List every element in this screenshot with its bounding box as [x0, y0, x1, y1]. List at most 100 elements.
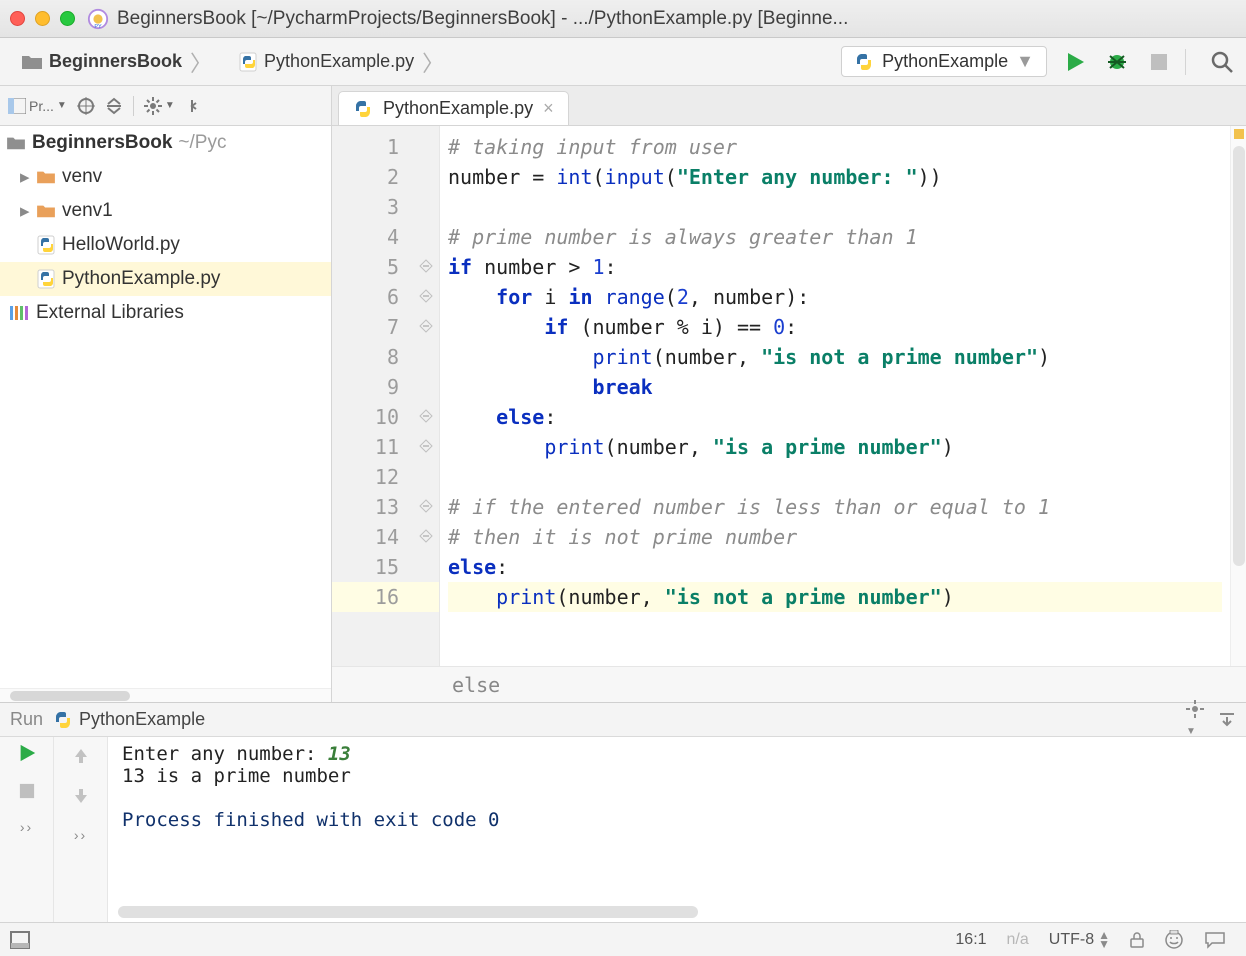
search-everywhere-button[interactable]	[1208, 48, 1236, 76]
fold-marker-icon[interactable]	[419, 409, 433, 423]
gutter-line[interactable]: 3	[332, 192, 439, 222]
code-line[interactable]: else:	[448, 402, 1222, 432]
gutter-line[interactable]: 15	[332, 552, 439, 582]
arrow-up-icon	[73, 747, 89, 765]
fold-marker-icon[interactable]	[419, 499, 433, 513]
toggle-tool-windows-button[interactable]	[10, 931, 30, 949]
code-line[interactable]: if number > 1:	[448, 252, 1222, 282]
code-line[interactable]: else:	[448, 552, 1222, 582]
tree-item[interactable]: PythonExample.py	[0, 262, 331, 296]
gutter-line[interactable]: 12	[332, 462, 439, 492]
editor-breadcrumb[interactable]: else	[332, 666, 1246, 702]
svg-text:PY: PY	[94, 24, 102, 30]
gutter-line[interactable]: 10	[332, 402, 439, 432]
expand-chevron-icon[interactable]: ▸	[20, 166, 34, 189]
code-line[interactable]: number = int(input("Enter any number: ")…	[448, 162, 1222, 192]
code-line[interactable]: # prime number is always greater than 1	[448, 222, 1222, 252]
down-stack-button[interactable]	[73, 787, 89, 805]
debug-button[interactable]	[1103, 48, 1131, 76]
tree-root[interactable]: BeginnersBook ~/Pyc	[0, 126, 331, 160]
inspections-widget[interactable]	[1164, 930, 1184, 950]
gutter-line[interactable]: 6	[332, 282, 439, 312]
gutter-line[interactable]: 14	[332, 522, 439, 552]
tree-item[interactable]: HelloWorld.py	[0, 228, 331, 262]
gutter-line[interactable]: 13	[332, 492, 439, 522]
close-tab-button[interactable]: ×	[543, 98, 554, 119]
caret-position[interactable]: 16:1	[955, 931, 986, 949]
gutter-line[interactable]: 16	[332, 582, 439, 612]
run-button[interactable]	[1061, 48, 1089, 76]
bug-icon	[1105, 50, 1129, 74]
code-line[interactable]: # then it is not prime number	[448, 522, 1222, 552]
close-window-button[interactable]	[10, 11, 25, 26]
project-tree[interactable]: BeginnersBook ~/Pyc ▸venv▸venv1HelloWorl…	[0, 126, 331, 688]
gutter-line[interactable]: 7	[332, 312, 439, 342]
code-line[interactable]: print(number, "is a prime number")	[448, 432, 1222, 462]
fold-marker-icon[interactable]	[419, 319, 433, 333]
gutter-line[interactable]: 2	[332, 162, 439, 192]
stop-button[interactable]	[1145, 48, 1173, 76]
run-panel-nav-toolbar: ››	[54, 737, 108, 922]
code-line[interactable]: for i in range(2, number):	[448, 282, 1222, 312]
rerun-button[interactable]	[17, 743, 37, 763]
sidebar-horizontal-scrollbar[interactable]	[0, 688, 331, 702]
code-editor[interactable]: 12345678910111213141516 # taking input f…	[332, 126, 1246, 666]
read-only-toggle[interactable]	[1130, 932, 1144, 948]
fold-marker-icon[interactable]	[419, 439, 433, 453]
sidebar-settings-button[interactable]: ▼	[144, 97, 175, 115]
code-line[interactable]: print(number, "is not a prime number")	[448, 582, 1222, 612]
sidebar-target-button[interactable]	[77, 97, 95, 115]
gutter-line[interactable]: 9	[332, 372, 439, 402]
gutter-line[interactable]: 5	[332, 252, 439, 282]
external-libraries[interactable]: External Libraries	[0, 296, 331, 330]
editor-gutter[interactable]: 12345678910111213141516	[332, 126, 440, 666]
console-horizontal-scrollbar[interactable]	[118, 906, 1236, 918]
line-separator[interactable]: n/a	[1007, 931, 1029, 949]
gutter-line[interactable]: 1	[332, 132, 439, 162]
maximize-window-button[interactable]	[60, 11, 75, 26]
breadcrumb-file[interactable]: PythonExample.py 〉	[227, 41, 455, 83]
code-line[interactable]: if (number % i) == 0:	[448, 312, 1222, 342]
fold-marker-icon[interactable]	[419, 259, 433, 273]
code-content[interactable]: # taking input from usernumber = int(inp…	[440, 126, 1230, 666]
code-line[interactable]: break	[448, 372, 1222, 402]
stop-process-button[interactable]	[19, 783, 35, 799]
notifications-button[interactable]	[1204, 931, 1226, 949]
sidebar-view-selector[interactable]: Pr...▼	[8, 98, 67, 114]
gutter-line[interactable]: 11	[332, 432, 439, 462]
run-panel-hide-button[interactable]	[1218, 711, 1236, 729]
status-bar: 16:1 n/a UTF-8▲▼	[0, 922, 1246, 956]
more-actions-button[interactable]: ››	[20, 819, 33, 835]
python-file-icon	[238, 52, 258, 72]
expand-chevron-icon[interactable]: ▸	[20, 200, 34, 223]
fold-marker-icon[interactable]	[419, 529, 433, 543]
editor-vertical-scrollbar[interactable]	[1230, 126, 1246, 666]
sidebar-hide-button[interactable]	[185, 97, 203, 115]
breadcrumb-project-label: BeginnersBook	[49, 51, 182, 72]
run-panel-header[interactable]: Run PythonExample ▼	[0, 703, 1246, 737]
fold-marker-icon[interactable]	[419, 289, 433, 303]
more-nav-button[interactable]: ››	[74, 827, 87, 843]
up-stack-button[interactable]	[73, 747, 89, 765]
run-configuration-selector[interactable]: PythonExample ▼	[841, 46, 1047, 77]
python-file-icon	[854, 52, 874, 72]
code-line[interactable]: print(number, "is not a prime number")	[448, 342, 1222, 372]
run-panel-settings-button[interactable]: ▼	[1186, 700, 1204, 739]
sidebar-collapse-button[interactable]	[105, 97, 123, 115]
code-line[interactable]	[448, 192, 1222, 222]
minimize-window-button[interactable]	[35, 11, 50, 26]
window-title: BeginnersBook [~/PycharmProjects/Beginne…	[117, 8, 848, 30]
file-encoding[interactable]: UTF-8▲▼	[1049, 931, 1110, 949]
tree-item[interactable]: ▸venv1	[0, 194, 331, 228]
gutter-line[interactable]: 8	[332, 342, 439, 372]
run-panel-body: ›› ›› Enter any number: 13 13 is a prime…	[0, 737, 1246, 922]
breadcrumb-project[interactable]: BeginnersBook 〉	[10, 41, 223, 83]
code-line[interactable]: # if the entered number is less than or …	[448, 492, 1222, 522]
code-line[interactable]: # taking input from user	[448, 132, 1222, 162]
tree-item[interactable]: ▸venv	[0, 160, 331, 194]
sidebar-view-label: Pr...	[29, 98, 54, 114]
gutter-line[interactable]: 4	[332, 222, 439, 252]
code-line[interactable]	[448, 462, 1222, 492]
console-output[interactable]: Enter any number: 13 13 is a prime numbe…	[108, 737, 1246, 922]
editor-tab[interactable]: PythonExample.py ×	[338, 91, 569, 125]
